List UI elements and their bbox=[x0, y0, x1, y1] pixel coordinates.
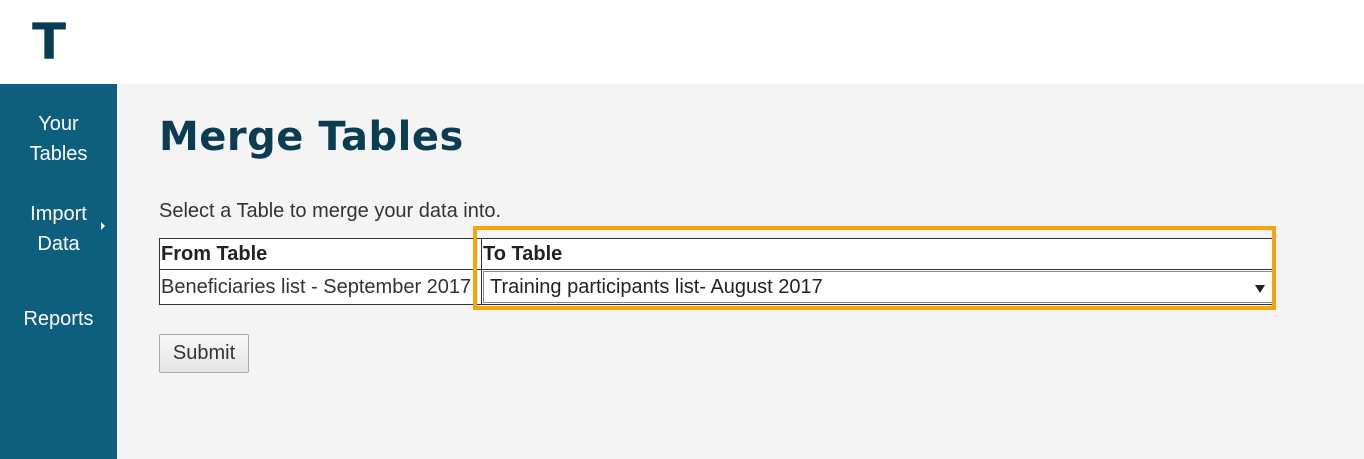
sidebar-item-label: Import Data bbox=[30, 203, 87, 255]
merge-table: From Table To Table Beneficiaries list -… bbox=[159, 238, 1276, 305]
submit-button[interactable]: Submit bbox=[159, 334, 249, 373]
chevron-right-icon bbox=[101, 222, 105, 230]
from-table-value: Beneficiaries list - September 2017 bbox=[159, 269, 482, 305]
from-table-header: From Table bbox=[159, 238, 482, 270]
table-header-row: From Table To Table bbox=[159, 238, 1276, 270]
sidebar-item-label: Reports bbox=[23, 308, 94, 330]
sidebar-item-import-data[interactable]: Import Data bbox=[0, 199, 117, 259]
main-content: Merge Tables Select a Table to merge you… bbox=[117, 84, 1364, 459]
table-row: Beneficiaries list - September 2017 Trai… bbox=[159, 269, 1276, 305]
sidebar-item-reports[interactable]: Reports bbox=[0, 304, 117, 334]
header: T bbox=[0, 0, 1364, 84]
to-table-selected-value: Training participants list- August 2017 bbox=[490, 276, 823, 298]
caret-down-icon bbox=[1255, 285, 1265, 293]
sidebar: Your Tables Import Data Reports bbox=[0, 84, 117, 459]
to-table-select[interactable]: Training participants list- August 2017 bbox=[483, 271, 1274, 303]
sidebar-item-label: Your Tables bbox=[29, 113, 88, 165]
to-table-cell: Training participants list- August 2017 bbox=[481, 269, 1276, 305]
logo[interactable]: T bbox=[32, 12, 66, 72]
instruction-text: Select a Table to merge your data into. bbox=[159, 200, 502, 222]
page-title: Merge Tables bbox=[159, 114, 464, 160]
to-table-header: To Table bbox=[481, 238, 1276, 270]
sidebar-item-your-tables[interactable]: Your Tables bbox=[0, 109, 117, 169]
